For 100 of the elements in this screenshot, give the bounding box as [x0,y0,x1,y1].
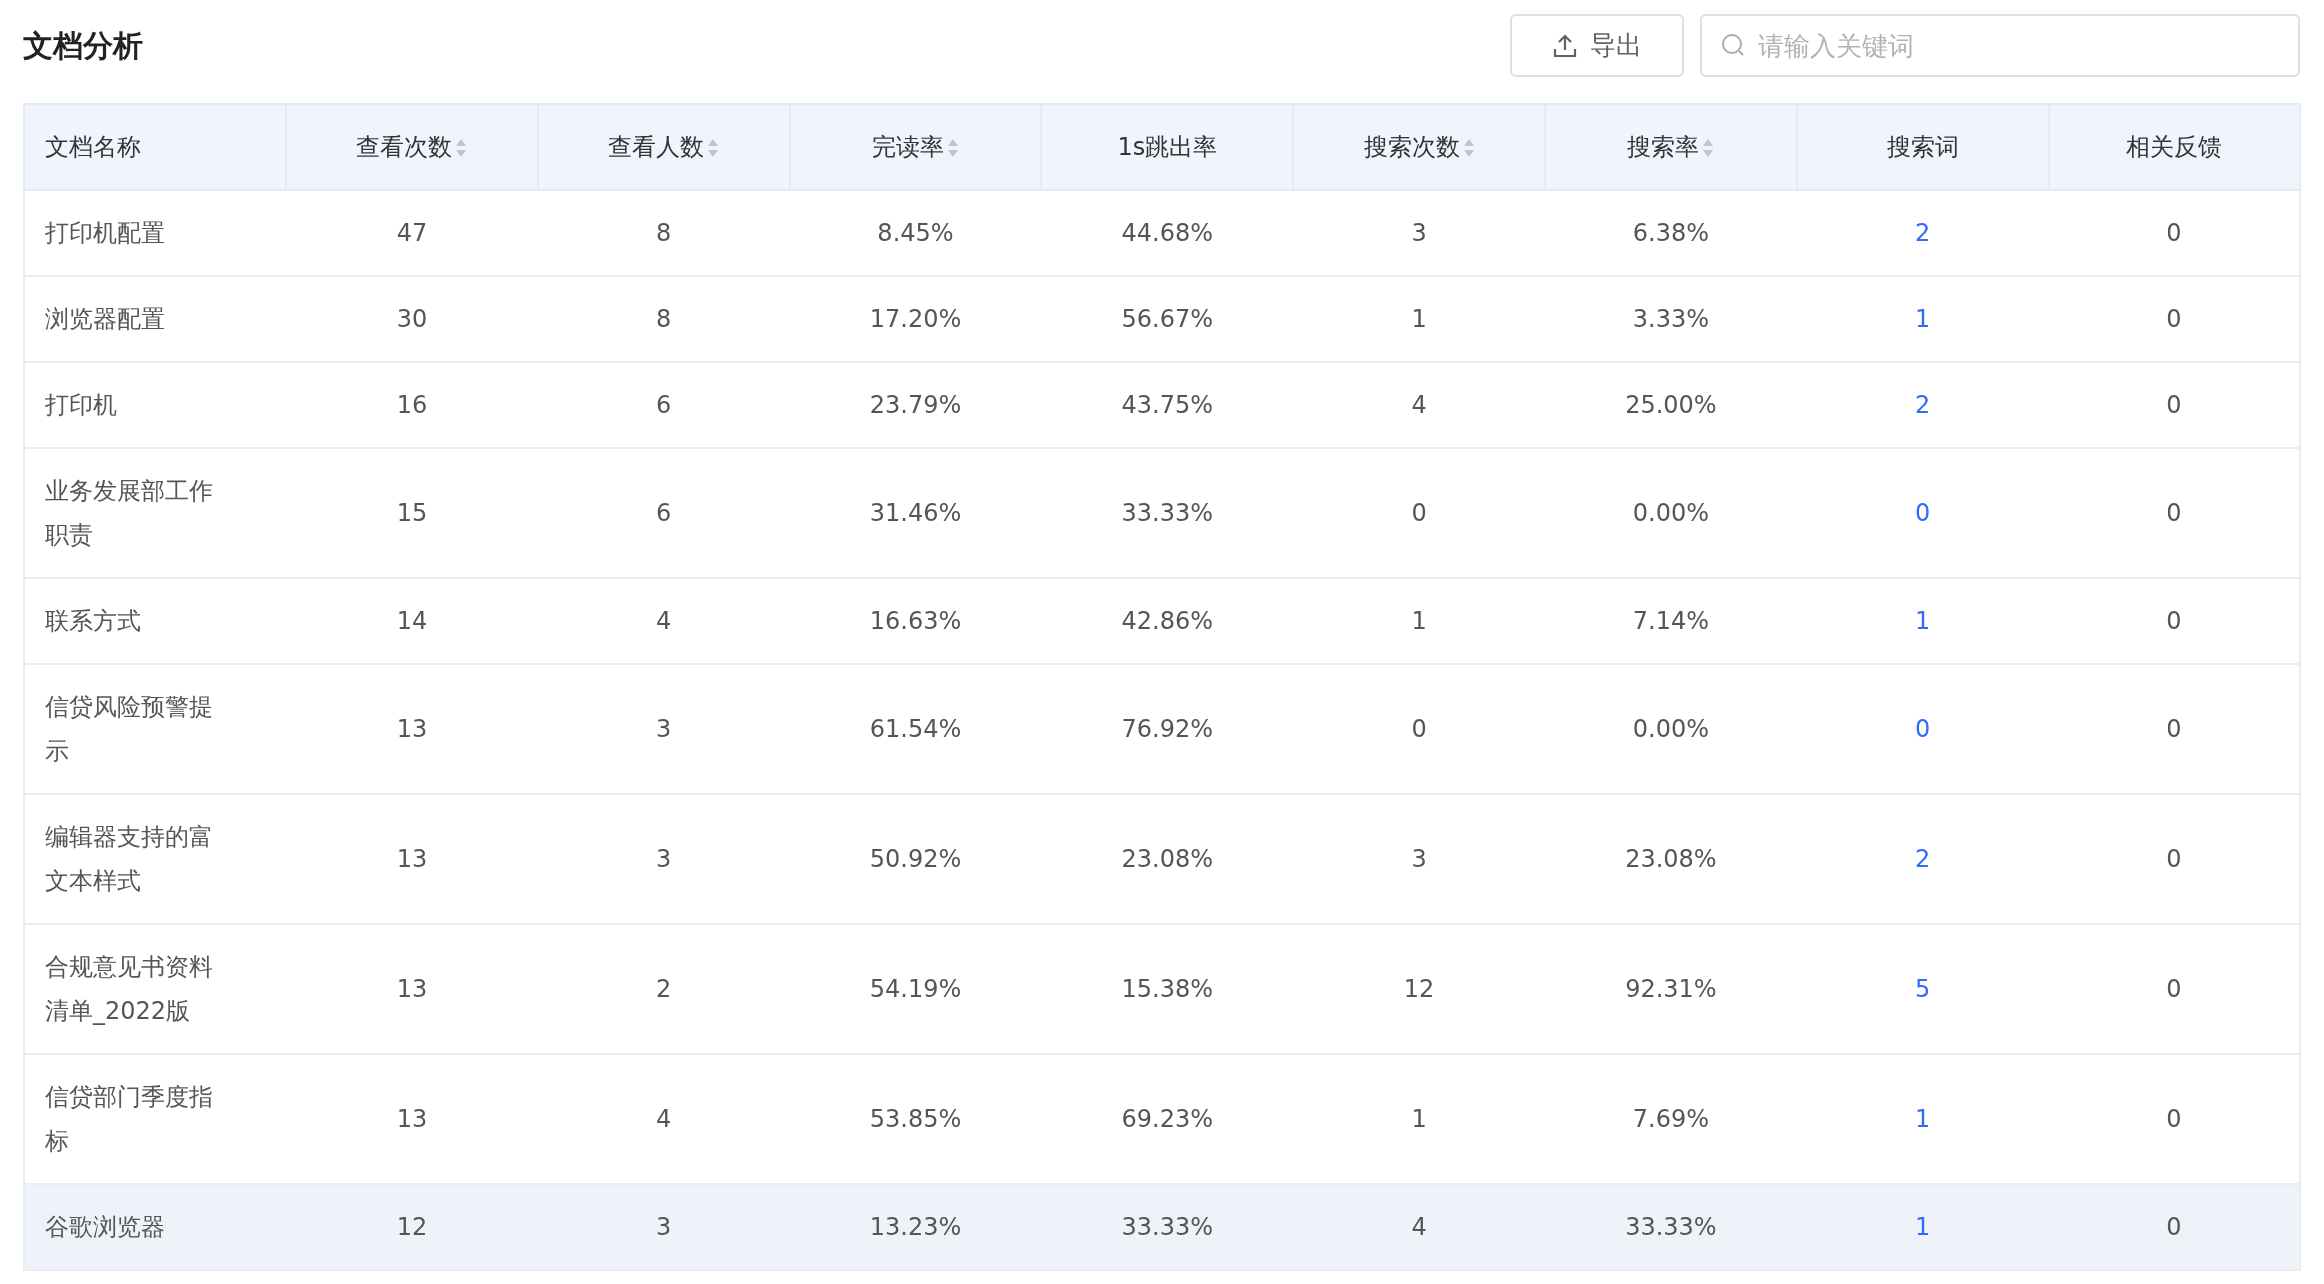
search-term-count-link[interactable]: 0 [1915,715,1931,743]
table-cell: 13 [396,715,428,743]
table-cell: 12 [1403,975,1435,1003]
table-cell: 7.69% [1632,1105,1709,1133]
table-cell: 33.33% [1121,1213,1214,1241]
search-field[interactable]: 请输入关键词 [1700,14,2300,77]
document-name: 打印机 [45,390,117,421]
table-cell: 13 [396,975,428,1003]
table-cell: 1 [1411,607,1427,635]
search-term-count-link[interactable]: 1 [1915,305,1931,333]
table-cell: 17.20% [869,305,962,333]
column-header[interactable]: 查看人数 [608,133,705,161]
table-cell: 0 [2166,499,2182,527]
table-cell: 92.31% [1625,975,1717,1003]
table-cell: 3 [656,1213,672,1241]
table-cell: 23.08% [1625,845,1717,873]
column-header: 相关反馈 [2126,133,2223,161]
document-name: 编辑器支持的富文本样式 [45,822,214,897]
table-cell: 4 [1411,391,1427,419]
column-header: 1s跳出率 [1117,133,1218,161]
table-cell: 6 [656,391,672,419]
search-term-count-link[interactable]: 1 [1915,607,1931,635]
table-cell: 44.68% [1121,219,1214,247]
table-cell: 23.08% [1121,845,1214,873]
table-cell: 0 [2166,1213,2182,1241]
column-header: 搜索词 [1886,133,1959,161]
table-cell: 30 [396,305,428,333]
table-cell: 0 [2166,715,2182,743]
page-title: 文档分析 [23,27,143,64]
table-cell: 61.54% [869,715,962,743]
search-term-count-link[interactable]: 2 [1915,391,1931,419]
table-cell: 0.00% [1632,499,1709,527]
search-term-count-link[interactable]: 5 [1915,975,1931,1003]
column-header[interactable]: 查看次数 [356,133,453,161]
document-name: 信贷风险预警提示 [45,692,214,767]
table-cell: 47 [396,219,428,247]
table-cell: 23.79% [869,391,962,419]
table-cell: 69.23% [1121,1105,1214,1133]
document-name: 打印机配置 [45,218,165,249]
table-cell: 31.46% [869,499,962,527]
table-cell: 50.92% [869,845,962,873]
table-cell: 43.75% [1121,391,1214,419]
table-cell: 76.92% [1121,715,1214,743]
table-cell: 6 [656,499,672,527]
table-cell: 54.19% [869,975,962,1003]
column-header[interactable]: 搜索次数 [1363,133,1460,161]
export-button[interactable]: 导出 [1510,14,1684,77]
table-cell: 53.85% [869,1105,962,1133]
table-cell: 0 [2166,1105,2182,1133]
document-name: 浏览器配置 [45,304,165,335]
table-cell: 4 [656,607,672,635]
table-cell: 56.67% [1121,305,1214,333]
sort-icon[interactable] [947,138,959,158]
table-cell: 12 [396,1213,428,1241]
column-header[interactable]: 搜索率 [1627,133,1700,161]
table-cell: 8 [656,219,672,247]
search-term-count-link[interactable]: 1 [1915,1213,1931,1241]
table-cell: 0 [2166,391,2182,419]
table-cell: 0 [2166,607,2182,635]
table-cell: 25.00% [1625,391,1717,419]
table-cell: 15.38% [1121,975,1214,1003]
table-cell: 3 [1411,845,1427,873]
search-term-count-link[interactable]: 2 [1915,219,1931,247]
sort-icon[interactable] [455,138,468,158]
search-term-count-link[interactable]: 1 [1915,1105,1931,1133]
document-name: 信贷部门季度指标 [45,1082,214,1157]
sort-icon[interactable] [1702,138,1715,158]
table-cell: 0 [2166,305,2182,333]
sort-icon[interactable] [707,138,720,158]
document-name: 联系方式 [45,606,141,637]
search-term-count-link[interactable]: 0 [1915,499,1931,527]
table-cell: 4 [656,1105,672,1133]
search-term-count-link[interactable]: 2 [1915,845,1931,873]
document-name: 合规意见书资料清单_2022版 [45,952,214,1027]
table-cell: 3 [1411,219,1427,247]
table-cell: 16.63% [869,607,962,635]
table-cell: 13.23% [869,1213,962,1241]
table-cell: 13 [396,1105,428,1133]
table-cell: 13 [396,845,428,873]
table-cell: 33.33% [1625,1213,1717,1241]
table-cell: 8 [656,305,672,333]
table-cell: 8.45% [877,219,954,247]
table-cell: 3 [656,715,672,743]
table-cell: 1 [1411,305,1427,333]
table-cell: 0 [2166,845,2182,873]
table-cell: 14 [396,607,428,635]
table-cell: 0 [1411,499,1427,527]
table-cell: 0 [2166,975,2182,1003]
table-cell: 16 [396,391,428,419]
table-cell: 6.38% [1632,219,1709,247]
table-cell: 0.00% [1632,715,1709,743]
table-cell: 42.86% [1121,607,1214,635]
table-cell: 15 [396,499,428,527]
sort-icon[interactable] [1462,138,1475,158]
table-cell: 3.33% [1632,305,1709,333]
table-cell: 2 [656,975,672,1003]
table-cell: 3 [656,845,672,873]
upload-icon [1552,32,1578,59]
column-header[interactable]: 完读率 [872,133,944,161]
table-cell: 1 [1411,1105,1427,1133]
